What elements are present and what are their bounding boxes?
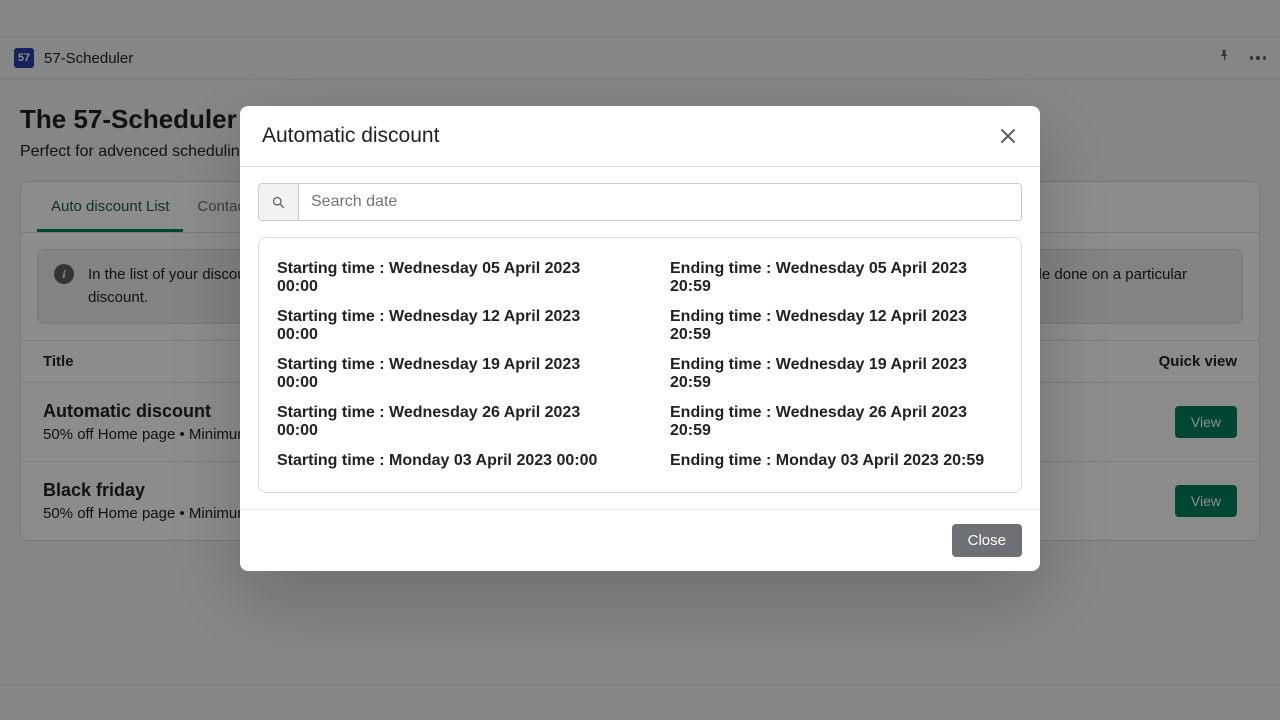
schedule-row: Starting time : Wednesday 26 April 2023 … — [277, 398, 1003, 446]
schedule-start: Starting time : Monday 03 April 2023 00:… — [277, 452, 610, 470]
schedule-start: Starting time : Wednesday 19 April 2023 … — [277, 356, 610, 392]
search-icon — [259, 184, 299, 220]
schedule-start: Starting time : Wednesday 26 April 2023 … — [277, 404, 610, 440]
schedule-end: Ending time : Monday 03 April 2023 20:59 — [670, 452, 1003, 470]
schedule-end: Ending time : Wednesday 26 April 2023 20… — [670, 404, 1003, 440]
close-button[interactable]: Close — [952, 524, 1022, 557]
schedule-row: Starting time : Wednesday 12 April 2023 … — [277, 302, 1003, 350]
schedule-end: Ending time : Wednesday 19 April 2023 20… — [670, 356, 1003, 392]
schedule-start: Starting time : Wednesday 05 April 2023 … — [277, 260, 610, 296]
schedule-start: Starting time : Wednesday 12 April 2023 … — [277, 308, 610, 344]
search-input[interactable] — [299, 184, 1021, 220]
modal-overlay[interactable]: Automatic discount Starting time : Wedne… — [0, 0, 1280, 720]
search-wrap — [258, 183, 1022, 221]
close-icon[interactable] — [998, 126, 1018, 146]
modal-title: Automatic discount — [262, 124, 439, 148]
schedule-row: Starting time : Wednesday 19 April 2023 … — [277, 350, 1003, 398]
schedule-row: Starting time : Wednesday 05 April 2023 … — [277, 254, 1003, 302]
schedule-box: Starting time : Wednesday 05 April 2023 … — [258, 237, 1022, 493]
schedule-row: Starting time : Monday 03 April 2023 00:… — [277, 446, 1003, 476]
schedule-end: Ending time : Wednesday 12 April 2023 20… — [670, 308, 1003, 344]
modal: Automatic discount Starting time : Wedne… — [240, 106, 1040, 571]
schedule-end: Ending time : Wednesday 05 April 2023 20… — [670, 260, 1003, 296]
